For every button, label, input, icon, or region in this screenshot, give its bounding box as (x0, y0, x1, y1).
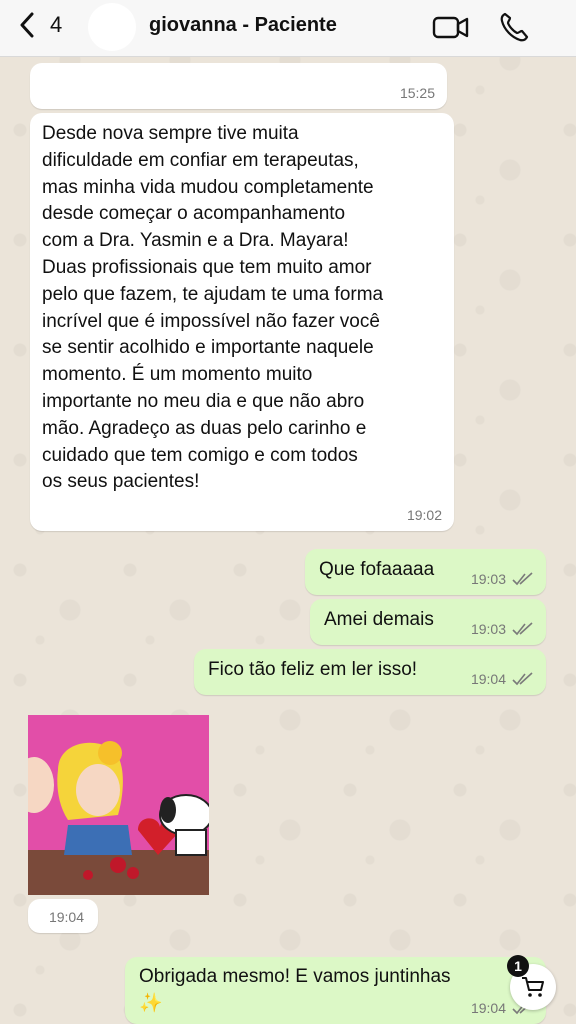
message-bubble[interactable]: 15:25 (30, 63, 447, 109)
message-bubble[interactable]: Fico tão feliz em ler isso! 19:04 (194, 649, 546, 695)
message-text: Desde nova sempre tive muita dificuldade… (42, 123, 384, 493)
message-bubble[interactable]: Obrigada mesmo! E vamos juntinhas ✨ 19:0… (125, 957, 546, 1024)
message-bubble[interactable]: Amei demais 19:03 (310, 599, 546, 645)
unread-count: 4 (50, 12, 63, 37)
message-time: 19:03 (470, 571, 506, 587)
message-time: 19:03 (470, 621, 506, 637)
message-bubble[interactable]: 19:04 (28, 899, 98, 933)
message-text: Fico tão feliz em ler isso! (208, 659, 418, 680)
message-time: 19:04 (48, 909, 84, 925)
message-bubble[interactable]: Que fofaaaaa 19:03 (305, 549, 546, 595)
double-check-icon (512, 572, 533, 586)
double-check-icon (512, 622, 533, 636)
cart-count-badge: 1 (507, 955, 529, 977)
message-time: 19:02 (406, 507, 442, 523)
back-button[interactable]: 4 (18, 12, 62, 38)
phone-icon[interactable] (499, 11, 529, 43)
sticker-illustration (28, 715, 209, 895)
video-call-icon[interactable] (432, 12, 470, 42)
chevron-left-icon (20, 12, 34, 38)
message-text: Que fofaaaaa (319, 559, 435, 580)
message-time: 15:25 (399, 85, 435, 101)
sticker-image[interactable] (28, 715, 209, 895)
contact-avatar[interactable] (88, 3, 136, 51)
message-text: Obrigada mesmo! E vamos juntinhas ✨ (139, 966, 451, 1014)
double-check-icon (512, 672, 533, 686)
message-bubble[interactable]: Desde nova sempre tive muita dificuldade… (30, 113, 454, 531)
message-time: 19:04 (470, 671, 506, 687)
shopping-cart-icon (522, 977, 544, 997)
message-time: 19:04 (470, 1000, 506, 1016)
message-text: Amei demais (324, 609, 434, 630)
contact-name[interactable]: giovanna - Paciente (149, 14, 337, 37)
chat-header: 4 giovanna - Paciente (0, 0, 576, 57)
